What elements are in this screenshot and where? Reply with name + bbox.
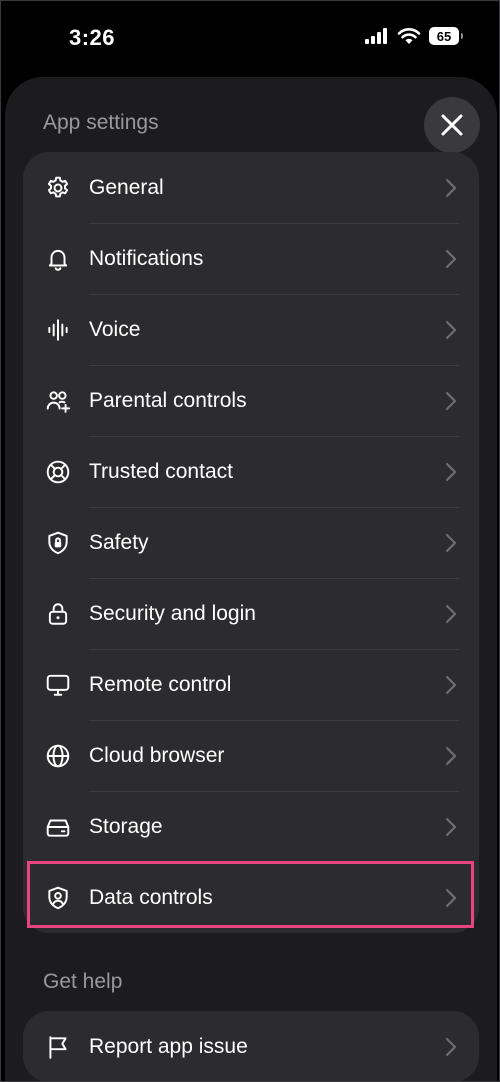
settings-item-label: Data controls	[89, 885, 213, 909]
settings-item-label: Voice	[89, 317, 141, 341]
lock-icon	[45, 601, 71, 627]
settings-item-label: Safety	[89, 530, 149, 554]
settings-item-storage[interactable]: Storage	[23, 791, 479, 862]
chevron-right-icon	[445, 178, 457, 197]
chevron-right-icon	[445, 462, 457, 481]
settings-item-cloud-browser[interactable]: Cloud browser	[23, 720, 479, 791]
battery-level: 65	[436, 28, 452, 44]
settings-item-label: General	[89, 175, 164, 199]
settings-item-label: Security and login	[89, 601, 256, 625]
chevron-right-icon	[445, 746, 457, 765]
status-time: 3:26	[69, 25, 116, 50]
bell-icon	[45, 246, 71, 272]
chevron-right-icon	[445, 533, 457, 552]
status-icons: 65	[365, 27, 463, 45]
app-settings-group: General Notifications Voice Parental con…	[23, 152, 479, 933]
settings-item-parental-controls[interactable]: Parental controls	[23, 365, 479, 436]
settings-item-label: Notifications	[89, 246, 204, 270]
settings-item-label: Trusted contact	[89, 459, 233, 483]
globe-icon	[45, 743, 71, 769]
monitor-icon	[45, 672, 71, 698]
settings-item-label: Report app issue	[89, 1034, 248, 1058]
settings-item-voice[interactable]: Voice	[23, 294, 479, 365]
close-button[interactable]	[424, 97, 480, 153]
chevron-right-icon	[445, 817, 457, 836]
chevron-right-icon	[445, 320, 457, 339]
drive-icon	[45, 814, 71, 840]
gear-icon	[45, 175, 71, 201]
flag-icon	[45, 1034, 71, 1060]
settings-item-label: Cloud browser	[89, 743, 225, 767]
chevron-right-icon	[445, 604, 457, 623]
get-help-title: Get help	[43, 970, 123, 993]
settings-item-label: Remote control	[89, 672, 232, 696]
chevron-right-icon	[445, 888, 457, 907]
settings-item-label: Storage	[89, 814, 163, 838]
lifebuoy-icon	[45, 459, 71, 485]
chevron-right-icon	[445, 1037, 457, 1056]
chevron-right-icon	[445, 391, 457, 410]
close-icon	[441, 114, 463, 136]
settings-item-notifications[interactable]: Notifications	[23, 223, 479, 294]
settings-item-general[interactable]: General	[23, 152, 479, 223]
settings-item-report-app-issue[interactable]: Report app issue	[23, 1011, 479, 1081]
voice-waveform-icon	[45, 317, 71, 343]
screen: 3:26 65 App settings General Notificatio…	[0, 0, 500, 1082]
chevron-right-icon	[445, 675, 457, 694]
settings-item-security-and-login[interactable]: Security and login	[23, 578, 479, 649]
settings-item-data-controls[interactable]: Data controls	[23, 862, 479, 933]
people-plus-icon	[45, 388, 71, 414]
get-help-group: Report app issue	[23, 1011, 479, 1081]
settings-item-safety[interactable]: Safety	[23, 507, 479, 578]
status-bar: 3:26 65	[1, 1, 499, 77]
wifi-icon	[397, 28, 421, 44]
settings-item-label: Parental controls	[89, 388, 247, 412]
shield-person-icon	[45, 885, 71, 911]
shield-lock-icon	[45, 530, 71, 556]
settings-item-trusted-contact[interactable]: Trusted contact	[23, 436, 479, 507]
chevron-right-icon	[445, 249, 457, 268]
settings-item-remote-control[interactable]: Remote control	[23, 649, 479, 720]
battery-indicator: 65	[429, 27, 463, 45]
cellular-signal-icon	[365, 28, 387, 44]
app-settings-title: App settings	[43, 111, 159, 134]
